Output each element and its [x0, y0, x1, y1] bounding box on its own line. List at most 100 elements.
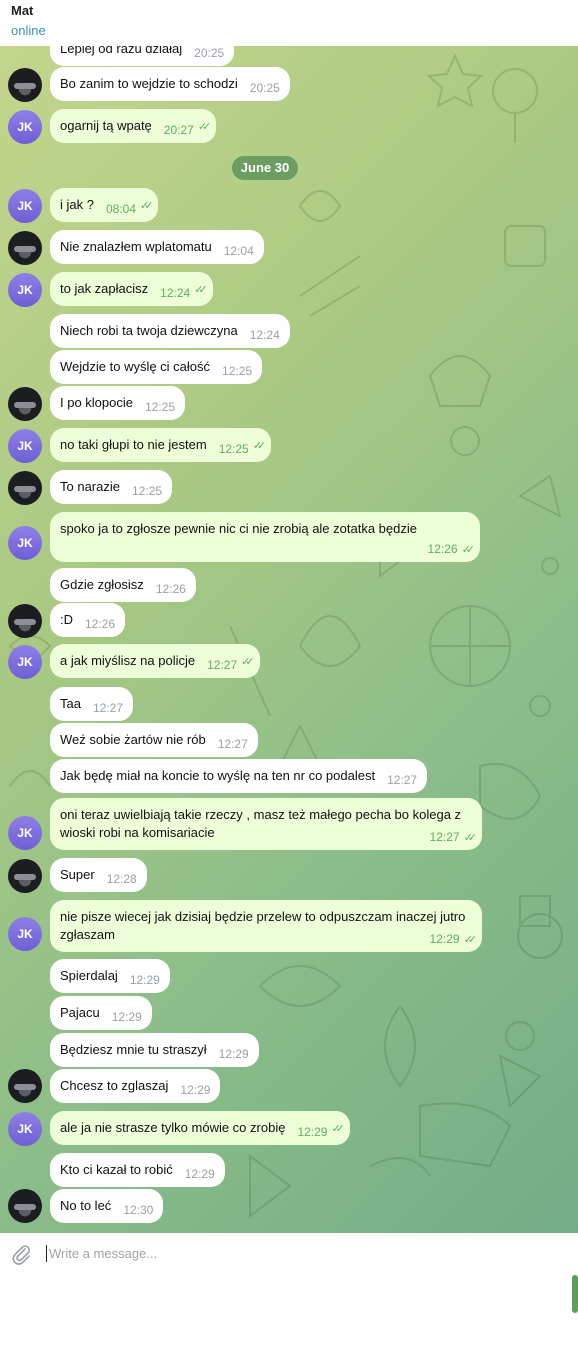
read-check-icon: ✓✓: [197, 121, 212, 133]
read-check-icon: ✓✓: [194, 284, 208, 296]
message-bubble[interactable]: Będziesz mnie tu straszył 12:29: [50, 1033, 259, 1067]
message-bubble[interactable]: Gdzie zgłosisz 12:26: [50, 568, 196, 602]
message-bubble[interactable]: no taki głupi to nie jestem 12:25 ✓✓: [50, 428, 272, 462]
message-text: Pajacu: [60, 1005, 100, 1020]
read-check-icon: ✓✓: [461, 544, 476, 556]
message-bubble[interactable]: to jak zapłacisz 12:24 ✓✓: [50, 272, 213, 306]
message-text: Bo zanim to wejdzie to schodzi: [60, 76, 238, 91]
my-avatar[interactable]: JK: [8, 273, 42, 307]
message-time: 12:30: [123, 1203, 154, 1217]
read-check-icon: ✓✓: [241, 656, 255, 668]
message-bubble[interactable]: Taa 12:27: [50, 687, 133, 721]
message-time: 12:04: [223, 244, 254, 258]
message-bubble[interactable]: spoko ja to zgłosze pewnie nic ci nie zr…: [50, 512, 480, 562]
message-text: nie pisze wiecej jak dzisiaj będzie prze…: [60, 909, 466, 942]
chat-header[interactable]: Mat online: [0, 0, 578, 46]
contact-avatar[interactable]: [8, 387, 42, 421]
message-bubble[interactable]: Super 12:28: [50, 858, 147, 892]
message-text: i jak ?: [60, 197, 94, 212]
contact-avatar[interactable]: [8, 471, 42, 505]
message-text: no taki głupi to nie jestem: [60, 437, 207, 452]
message-bubble[interactable]: ogarnij tą wpatę 20:27 ✓✓: [50, 109, 217, 143]
message-text: I po klopocie: [60, 395, 133, 410]
message-time: 12:24: [160, 286, 191, 300]
message-time: 12:26: [85, 617, 116, 631]
message-text: Spierdalaj: [60, 968, 118, 983]
message-time: 12:28: [106, 872, 137, 886]
message-time: 12:29: [218, 1047, 249, 1061]
contact-avatar[interactable]: [8, 68, 42, 102]
message-bubble[interactable]: I po klopocie 12:25: [50, 386, 186, 420]
read-check-icon: ✓✓: [463, 832, 478, 844]
message-bubble[interactable]: :D 12:26: [50, 603, 126, 637]
message-composer[interactable]: Write a message...: [0, 1233, 578, 1361]
message-time: 12:29: [111, 1010, 142, 1024]
message-text: Wejdzie to wyślę ci całość: [60, 359, 211, 374]
message-time: 20:27: [163, 123, 194, 137]
message-time: 12:27: [207, 658, 238, 672]
my-avatar[interactable]: JK: [8, 110, 42, 144]
message-bubble[interactable]: To narazie 12:25: [50, 470, 173, 504]
message-text: oni teraz uwielbiają takie rzeczy , masz…: [60, 807, 462, 840]
message-text: To narazie: [60, 479, 120, 494]
message-time: 12:26 ✓✓: [428, 540, 476, 559]
message-bubble[interactable]: Niech robi ta twoja dziewczyna 12:24: [50, 314, 290, 348]
message-bubble[interactable]: Pajacu 12:29: [50, 996, 152, 1030]
date-separator: June 30: [232, 156, 298, 180]
my-avatar[interactable]: JK: [8, 526, 42, 560]
message-input[interactable]: Write a message...: [49, 1246, 157, 1261]
scrollbar[interactable]: [572, 1275, 578, 1313]
message-time: 12:25: [145, 400, 176, 414]
contact-avatar[interactable]: [8, 859, 42, 893]
message-time: 12:29: [129, 973, 160, 987]
message-text: spoko ja to zgłosze pewnie nic ci nie zr…: [60, 521, 417, 536]
message-bubble[interactable]: No to leć 12:30: [50, 1189, 164, 1223]
my-avatar[interactable]: JK: [8, 1112, 42, 1146]
message-text: Taa: [60, 696, 81, 711]
read-check-icon: ✓✓: [252, 440, 267, 452]
message-bubble[interactable]: Chcesz to zglaszaj 12:29: [50, 1069, 221, 1103]
message-text: ogarnij tą wpatę: [60, 118, 152, 133]
text-caret: [46, 1245, 47, 1262]
message-bubble[interactable]: Weź sobie żartów nie rób 12:27: [50, 723, 258, 757]
message-bubble[interactable]: Jak będę miał na koncie to wyślę na ten …: [50, 759, 428, 793]
my-avatar[interactable]: JK: [8, 429, 42, 463]
message-text: Jak będę miał na koncie to wyślę na ten …: [60, 768, 376, 783]
message-bubble[interactable]: Kto ci kazał to robić 12:29: [50, 1153, 225, 1187]
my-avatar[interactable]: JK: [8, 645, 42, 679]
message-bubble[interactable]: Wejdzie to wyślę ci całość 12:25: [50, 350, 263, 384]
contact-avatar[interactable]: [8, 1069, 42, 1103]
contact-name[interactable]: Mat: [11, 3, 33, 18]
message-time: 12:25: [222, 364, 253, 378]
message-text: Będziesz mnie tu straszył: [60, 1042, 207, 1057]
message-text: Kto ci kazał to robić: [60, 1162, 173, 1177]
message-time: 12:25: [131, 484, 163, 498]
message-time: 12:29: [297, 1125, 328, 1139]
message-bubble[interactable]: Nie znalazłem wplatomatu 12:04: [50, 230, 264, 264]
message-time: 12:27: [92, 701, 123, 715]
message-bubble[interactable]: a jak miyślisz na policje 12:27 ✓✓: [50, 644, 260, 678]
message-time: 12:26: [155, 582, 186, 596]
message-text: No to leć: [60, 1198, 112, 1213]
my-avatar[interactable]: JK: [8, 189, 42, 223]
message-bubble[interactable]: i jak ? 08:04 ✓✓: [50, 188, 159, 222]
message-time: 12:29 ✓✓: [430, 930, 478, 949]
my-avatar[interactable]: JK: [8, 917, 42, 951]
message-text: Chcesz to zglaszaj: [60, 1078, 169, 1093]
message-list[interactable]: Lepiej od razu działaj 20:25 Bo zanim to …: [0, 46, 578, 1233]
message-time: 12:29: [184, 1167, 215, 1181]
message-bubble[interactable]: Lepiej od razu działaj 20:25: [50, 46, 235, 66]
message-bubble[interactable]: oni teraz uwielbiają takie rzeczy , masz…: [50, 798, 482, 850]
attach-icon[interactable]: [9, 1243, 33, 1267]
contact-avatar[interactable]: [8, 1189, 42, 1223]
message-bubble[interactable]: ale ja nie strasze tylko mówie co zrobię…: [50, 1111, 350, 1145]
message-bubble[interactable]: nie pisze wiecej jak dzisiaj będzie prze…: [50, 900, 482, 952]
contact-avatar[interactable]: [8, 604, 42, 638]
my-avatar[interactable]: JK: [8, 816, 42, 850]
message-bubble[interactable]: Bo zanim to wejdzie to schodzi 20:25: [50, 67, 290, 101]
contact-avatar[interactable]: [8, 231, 42, 265]
message-bubble[interactable]: Spierdalaj 12:29: [50, 959, 170, 993]
message-time: 12:29: [180, 1083, 211, 1097]
message-time: 12:27 ✓✓: [430, 828, 478, 847]
message-text: a jak miyślisz na policje: [60, 653, 196, 668]
